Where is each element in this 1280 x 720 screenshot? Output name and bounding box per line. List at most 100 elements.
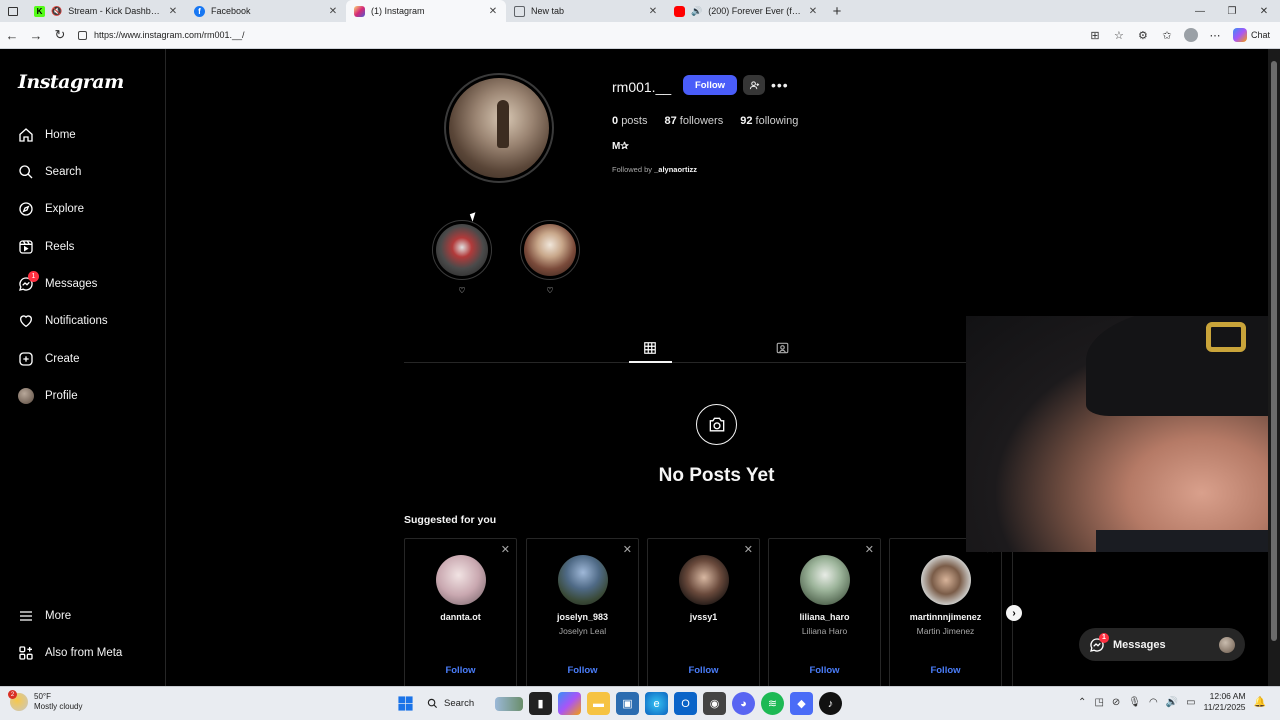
sidebar-item-create[interactable]: Create [18,345,80,373]
avatar[interactable] [799,555,850,605]
settings-menu-icon[interactable]: ⋯ [1205,25,1225,45]
sidebar-item-also-from-meta[interactable]: Also from Meta [18,639,122,667]
wifi-icon[interactable]: ◠ [1149,697,1158,708]
followed-by-text[interactable]: Followed by _alynaortizz [612,165,697,174]
copilot-chat-button[interactable]: Chat [1229,28,1274,42]
battery-icon[interactable]: ▭ [1186,697,1195,708]
site-info-icon[interactable] [78,30,87,40]
minimize-icon[interactable]: — [1184,0,1216,22]
edge-icon[interactable]: e [645,692,668,715]
suggestion-card[interactable]: ✕ martinnnjimenez Martin Jimenez Follow [889,538,1002,686]
windows-start-icon[interactable] [394,692,417,715]
tray-app-icon-2[interactable]: ⊘ [1112,697,1120,708]
outlook-icon[interactable]: O [674,692,697,715]
copilot-icon[interactable] [558,692,581,715]
close-tab-icon[interactable]: ✕ [328,6,338,17]
avatar[interactable] [920,555,971,605]
follow-button[interactable]: Follow [769,665,880,676]
sidebar-item-notifications[interactable]: Notifications [18,307,108,335]
dismiss-icon[interactable]: ✕ [501,543,510,556]
address-bar[interactable]: https://www.instagram.com/rm001.__/ [78,25,1088,45]
tab-youtube[interactable]: 🔊 (200) Forever Ever (feat. Young ✕ [666,0,826,22]
taskbar-search[interactable]: Search [423,692,523,715]
back-icon[interactable]: ← [0,23,24,47]
dismiss-icon[interactable]: ✕ [744,543,753,556]
tab-facebook[interactable]: f Facebook ✕ [186,0,346,22]
notification-bell-icon[interactable]: 🔔 [1254,697,1266,708]
file-explorer-icon[interactable]: ▬ [587,692,610,715]
tab-kick[interactable]: K 🔇 Stream - Kick Dashboard ✕ [26,0,186,22]
tray-app-icon[interactable]: ◳ [1094,697,1103,708]
profile-picture[interactable] [444,73,554,183]
restore-icon[interactable]: ❐ [1216,0,1248,22]
follow-button[interactable]: Follow [527,665,638,676]
favorite-star-icon[interactable]: ☆ [1109,25,1129,45]
favorites-icon[interactable]: ✩ [1157,25,1177,45]
sidebar-item-search[interactable]: Search [18,158,81,186]
obs-icon[interactable]: ◉ [703,692,726,715]
close-tab-icon[interactable]: ✕ [648,6,658,17]
follow-button[interactable]: Follow [683,75,737,95]
tab-instagram[interactable]: (1) Instagram ✕ [346,0,506,22]
suggestion-card[interactable]: ✕ jvssy1 Follow [647,538,760,686]
volume-icon[interactable]: 🔊 [1166,697,1178,708]
followers-stat[interactable]: 87 followers [664,115,723,127]
avatar[interactable] [557,555,608,605]
tiktok-icon[interactable]: ♪ [819,692,842,715]
spotify-icon[interactable]: ≋ [761,692,784,715]
dismiss-icon[interactable]: ✕ [623,543,632,556]
muted-audio-icon[interactable]: 🔇 [51,6,62,17]
suggested-username[interactable]: jvssy1 [648,612,759,622]
sidebar-item-explore[interactable]: Explore [18,195,84,223]
more-options-icon[interactable]: ••• [771,77,789,93]
extensions-icon[interactable]: ⚙ [1133,25,1153,45]
sidebar-item-more[interactable]: More [18,602,71,630]
forward-icon[interactable]: → [24,23,48,47]
chevron-up-icon[interactable]: ⌃ [1078,697,1086,708]
suggested-username[interactable]: joselyn_983 [527,612,638,622]
refresh-icon[interactable]: ↻ [48,23,72,47]
new-tab-button[interactable]: + [826,0,848,22]
vertical-scrollbar[interactable] [1268,49,1280,686]
follow-button[interactable]: Follow [405,665,516,676]
posts-grid-tab[interactable] [640,339,660,357]
sidebar-item-reels[interactable]: Reels [18,233,74,261]
suggested-username[interactable]: dannta.ot [405,612,516,622]
close-tab-icon[interactable]: ✕ [168,6,178,17]
suggested-username[interactable]: liliana_haro [769,612,880,622]
instagram-logo[interactable]: Instagram [18,71,124,93]
sidebar-item-messages[interactable]: 1 Messages [18,270,97,298]
discord-icon[interactable]: ◕ [732,692,755,715]
tagged-tab[interactable] [772,339,792,357]
tab-new-tab[interactable]: New tab ✕ [506,0,666,22]
avatar[interactable] [678,555,729,605]
suggestion-card[interactable]: ✕ joselyn_983 Joselyn Leal Follow [526,538,639,686]
suggest-users-button[interactable] [743,75,765,95]
clock[interactable]: 12:06 AM 11/21/2025 [1204,691,1246,713]
story-highlight[interactable]: ♡ [520,220,580,295]
microphone-icon[interactable]: 🎙 [1128,697,1141,708]
dismiss-icon[interactable]: ✕ [865,543,874,556]
messages-drawer-button[interactable]: 1 Messages [1079,628,1245,661]
close-tab-icon[interactable]: ✕ [808,6,818,17]
avatar[interactable] [435,555,486,605]
following-stat[interactable]: 92 following [740,115,798,127]
next-arrow-icon[interactable]: › [1006,605,1022,621]
follow-button[interactable]: Follow [890,665,1001,676]
audio-playing-icon[interactable]: 🔊 [691,6,702,17]
store-icon[interactable]: ▣ [616,692,639,715]
suggested-username[interactable]: martinnnjimenez [890,612,1001,622]
app-icon[interactable]: ◆ [790,692,813,715]
close-tab-icon[interactable]: ✕ [488,6,498,17]
sidebar-item-profile[interactable]: Profile [18,382,78,410]
story-highlight[interactable]: ♡ [432,220,492,295]
follow-button[interactable]: Follow [648,665,759,676]
task-view-icon[interactable]: ▮ [529,692,552,715]
close-window-icon[interactable]: ✕ [1248,0,1280,22]
profile-icon[interactable] [1181,25,1201,45]
weather-widget[interactable]: 2 50°F Mostly cloudy [8,690,82,712]
suggestion-card[interactable]: ✕ liliana_haro Liliana Haro Follow [768,538,881,686]
app-available-icon[interactable]: ⊞ [1085,25,1105,45]
tab-actions-icon[interactable] [0,0,26,22]
suggestion-card[interactable]: ✕ dannta.ot Follow [404,538,517,686]
